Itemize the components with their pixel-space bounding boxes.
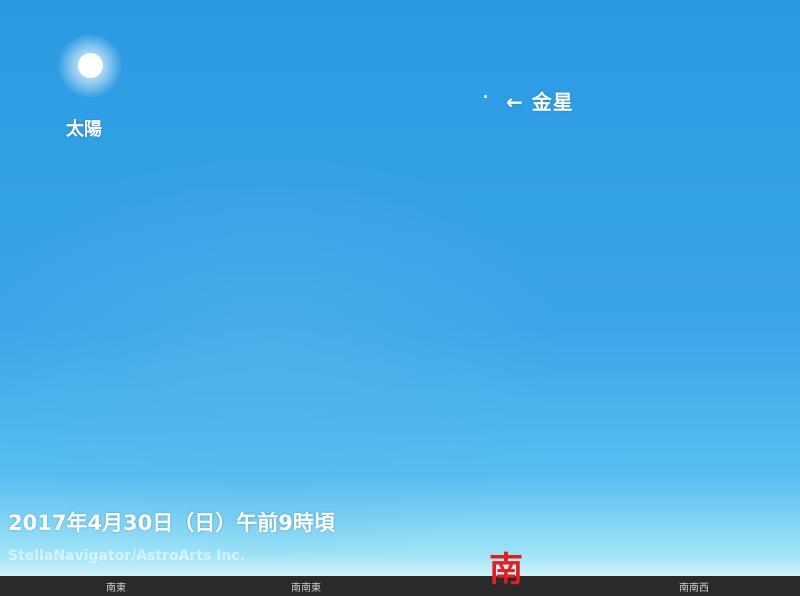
credit-label: StellaNavigator/AstroArts Inc. xyxy=(8,548,246,564)
direction-south-southeast: 南南東 xyxy=(291,583,321,594)
sun-label: 太陽 xyxy=(66,119,102,140)
venus-dot-icon xyxy=(484,95,487,98)
direction-south-southwest: 南南西 xyxy=(679,583,709,594)
direction-southeast: 南東 xyxy=(106,583,126,594)
sun-icon xyxy=(78,53,103,78)
venus-label: ← 金星 xyxy=(506,90,574,114)
date-time-label: 2017年4月30日（日）午前9時頃 xyxy=(8,511,335,535)
direction-south-marker: 南 xyxy=(489,550,523,590)
sky-view: 太陽 ← 金星 2017年4月30日（日）午前9時頃 StellaNavigat… xyxy=(0,0,800,596)
